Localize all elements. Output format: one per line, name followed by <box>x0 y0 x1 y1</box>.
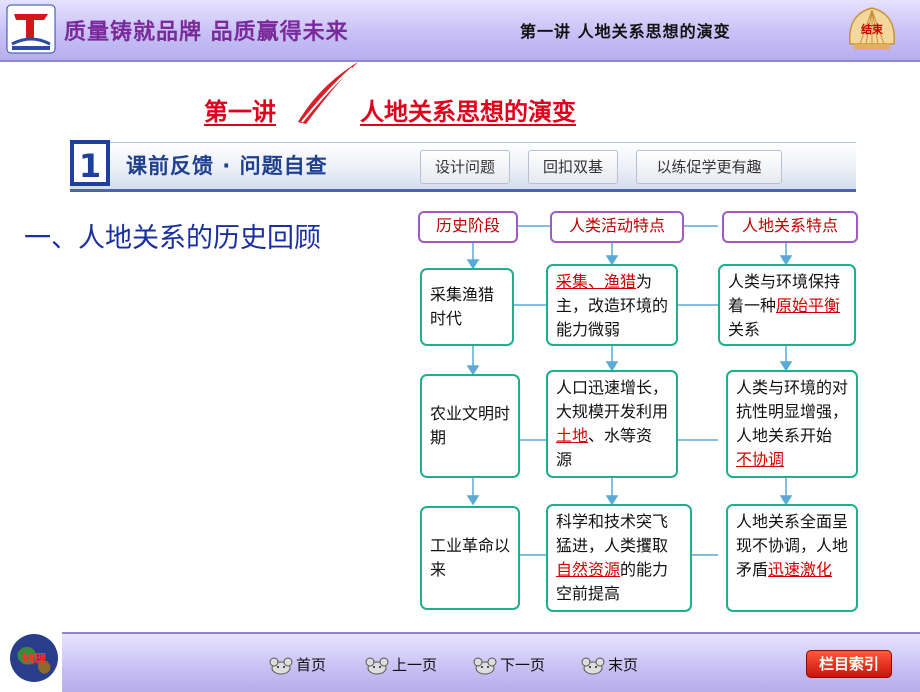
mouse-icon <box>473 657 497 675</box>
flow-header-relation: 人地关系特点 <box>722 211 858 243</box>
nav-label: 下一页 <box>500 656 546 674</box>
relation-keyword: 迅速激化 <box>768 560 833 579</box>
relation-box-industrial: 人地关系全面呈现不协调，人地矛盾迅速激化 <box>726 504 858 612</box>
stage-box-industrial: 工业革命以来 <box>420 506 520 610</box>
brush-stroke-icon <box>298 62 358 124</box>
end-button-label: 结束 <box>861 23 883 36</box>
nav-label: 首页 <box>296 656 327 674</box>
section-index-button[interactable]: 栏目索引 <box>806 650 892 678</box>
nav-last-page[interactable]: 末页 <box>580 654 638 676</box>
stage-box-hunting: 采集渔猎时代 <box>420 268 514 346</box>
nav-next-page[interactable]: 下一页 <box>472 654 545 676</box>
relation-text-post: 关系 <box>728 320 761 339</box>
activity-keyword: 采集、渔猎 <box>556 272 637 291</box>
section-title: 课前反馈 · 问题自查 <box>126 154 328 178</box>
activity-box-industrial: 科学和技术突飞猛进，人类攫取自然资源的能力空前提高 <box>546 504 692 612</box>
publisher-logo-icon <box>6 4 56 54</box>
nav-label: 上一页 <box>392 656 438 674</box>
nav-previous-page[interactable]: 上一页 <box>364 654 437 676</box>
activity-keyword: 自然资源 <box>556 560 621 579</box>
mouse-icon <box>269 657 293 675</box>
tab-design-questions[interactable]: 设计问题 <box>420 150 510 184</box>
flow-header-activity: 人类活动特点 <box>550 211 684 243</box>
stage-label: 农业文明时期 <box>430 404 511 447</box>
stage-label: 工业革命以来 <box>430 536 511 579</box>
mouse-icon <box>581 657 605 675</box>
nav-label: 末页 <box>608 656 639 674</box>
mouse-icon <box>365 657 389 675</box>
globe-label: 地理 <box>22 651 46 666</box>
relation-keyword: 不协调 <box>736 450 785 469</box>
slogan: 质量铸就品牌 品质赢得未来 <box>64 19 349 45</box>
activity-text-pre: 科学和技术突飞猛进，人类攫取 <box>556 512 669 555</box>
relation-box-hunting: 人类与环境保持着一种原始平衡关系 <box>718 264 856 346</box>
section-number-badge: 1 <box>70 140 110 186</box>
stage-label: 采集渔猎时代 <box>430 285 495 328</box>
activity-keyword: 土地 <box>556 426 589 445</box>
activity-box-hunting: 采集、渔猎为主，改造环境的能力微弱 <box>546 264 678 346</box>
activity-box-agriculture: 人口迅速增长，大规模开发利用土地、水等资源 <box>546 370 678 478</box>
flow-header-stage: 历史阶段 <box>418 211 518 243</box>
tab-review-basics[interactable]: 回扣双基 <box>528 150 618 184</box>
lecture-topic-title: 人地关系思想的演变 <box>360 98 576 126</box>
end-button[interactable]: 结束 <box>846 6 898 52</box>
section-number: 1 <box>79 147 101 185</box>
nav-first-page[interactable]: 首页 <box>268 654 326 676</box>
relation-keyword: 原始平衡 <box>776 296 841 315</box>
section-heading: 一、人地关系的历史回顾 <box>24 223 321 254</box>
stage-box-agriculture: 农业文明时期 <box>420 374 520 478</box>
lecture-number-title: 第一讲 <box>204 98 276 126</box>
tab-practice-learning[interactable]: 以练促学更有趣 <box>636 150 782 184</box>
relation-box-agriculture: 人类与环境的对抗性明显增强，人地关系开始不协调 <box>726 370 858 478</box>
lecture-tag: 第一讲 人地关系思想的演变 <box>520 22 731 41</box>
geography-globe-icon: 地理 <box>10 634 58 682</box>
relation-text-pre: 人类与环境的对抗性明显增强，人地关系开始 <box>736 378 849 445</box>
activity-text-pre: 人口迅速增长，大规模开发利用 <box>556 378 669 421</box>
